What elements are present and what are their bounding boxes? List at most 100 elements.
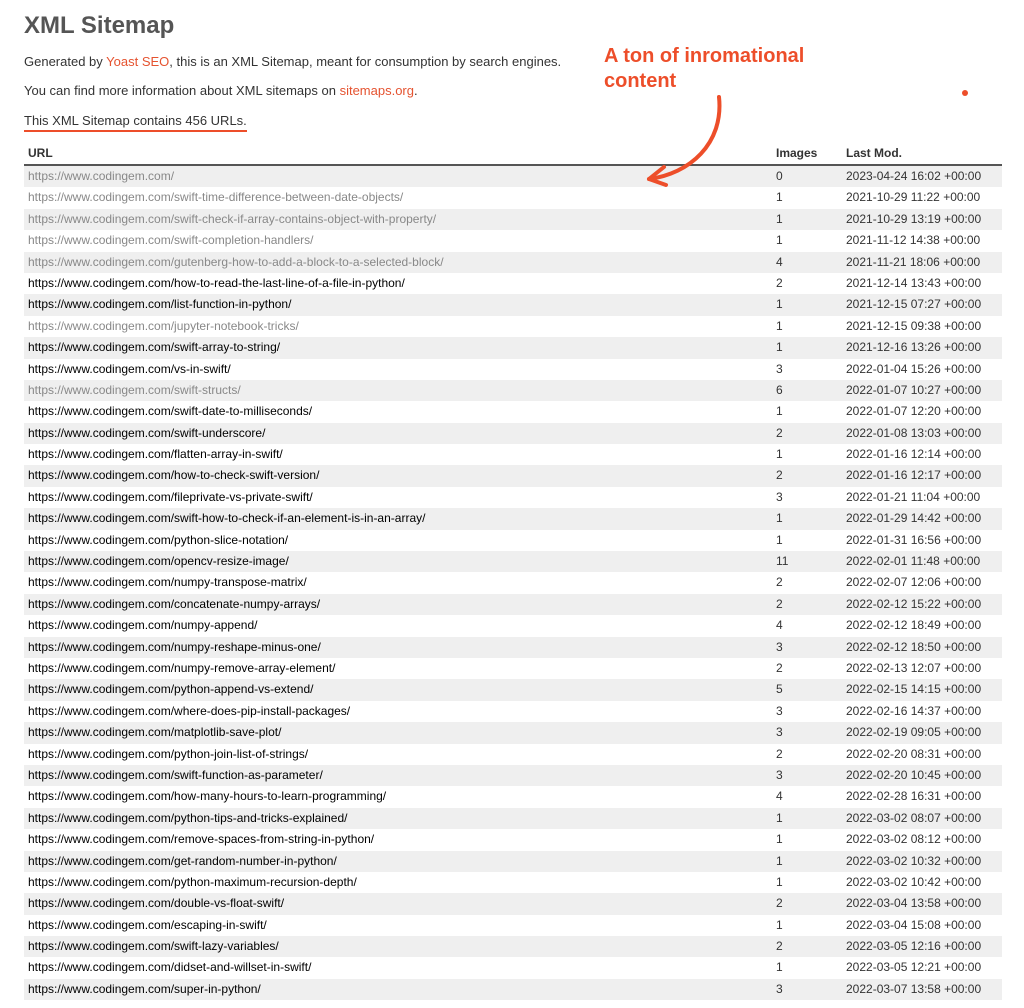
url-cell: https://www.codingem.com/jupyter-noteboo…	[24, 316, 772, 337]
url-cell: https://www.codingem.com/swift-completio…	[24, 230, 772, 251]
url-link[interactable]: https://www.codingem.com/python-maximum-…	[28, 875, 357, 889]
header-url: URL	[24, 142, 772, 165]
images-cell: 1	[772, 230, 842, 251]
table-row: https://www.codingem.com/fileprivate-vs-…	[24, 487, 1002, 508]
url-cell: https://www.codingem.com/how-to-read-the…	[24, 273, 772, 294]
url-link[interactable]: https://www.codingem.com/python-tips-and…	[28, 811, 347, 825]
url-cell: https://www.codingem.com/remove-spaces-f…	[24, 829, 772, 850]
table-row: https://www.codingem.com/swift-array-to-…	[24, 337, 1002, 358]
url-link[interactable]: https://www.codingem.com/python-slice-no…	[28, 533, 288, 547]
lastmod-cell: 2021-12-14 13:43 +00:00	[842, 273, 1002, 294]
lastmod-cell: 2022-02-13 12:07 +00:00	[842, 658, 1002, 679]
table-row: https://www.codingem.com/escaping-in-swi…	[24, 915, 1002, 936]
lastmod-cell: 2022-02-12 15:22 +00:00	[842, 594, 1002, 615]
url-link[interactable]: https://www.codingem.com/opencv-resize-i…	[28, 554, 289, 568]
url-link[interactable]: https://www.codingem.com/concatenate-num…	[28, 597, 320, 611]
url-link[interactable]: https://www.codingem.com/how-to-read-the…	[28, 276, 405, 290]
table-row: https://www.codingem.com/python-append-v…	[24, 679, 1002, 700]
url-cell: https://www.codingem.com/opencv-resize-i…	[24, 551, 772, 572]
url-link[interactable]: https://www.codingem.com/jupyter-noteboo…	[28, 319, 299, 333]
url-link[interactable]: https://www.codingem.com/numpy-remove-ar…	[28, 661, 335, 675]
images-cell: 1	[772, 808, 842, 829]
images-cell: 3	[772, 722, 842, 743]
table-row: https://www.codingem.com/jupyter-noteboo…	[24, 316, 1002, 337]
url-cell: https://www.codingem.com/python-tips-and…	[24, 808, 772, 829]
table-row: https://www.codingem.com/concatenate-num…	[24, 594, 1002, 615]
table-row: https://www.codingem.com/numpy-remove-ar…	[24, 658, 1002, 679]
url-cell: https://www.codingem.com/swift-how-to-ch…	[24, 508, 772, 529]
url-link[interactable]: https://www.codingem.com/swift-date-to-m…	[28, 404, 312, 418]
lastmod-cell: 2022-01-21 11:04 +00:00	[842, 487, 1002, 508]
images-cell: 4	[772, 252, 842, 273]
url-link[interactable]: https://www.codingem.com/python-append-v…	[28, 682, 313, 696]
url-link[interactable]: https://www.codingem.com/how-many-hours-…	[28, 789, 386, 803]
url-cell: https://www.codingem.com/swift-structs/	[24, 380, 772, 401]
lastmod-cell: 2022-02-12 18:49 +00:00	[842, 615, 1002, 636]
url-link[interactable]: https://www.codingem.com/matplotlib-save…	[28, 725, 281, 739]
table-row: https://www.codingem.com/swift-date-to-m…	[24, 401, 1002, 422]
url-link[interactable]: https://www.codingem.com/swift-completio…	[28, 233, 313, 247]
images-cell: 2	[772, 594, 842, 615]
url-cell: https://www.codingem.com/	[24, 165, 772, 187]
lastmod-cell: 2022-01-16 12:17 +00:00	[842, 465, 1002, 486]
images-cell: 1	[772, 401, 842, 422]
url-link[interactable]: https://www.codingem.com/gutenberg-how-t…	[28, 255, 444, 269]
url-link[interactable]: https://www.codingem.com/numpy-append/	[28, 618, 257, 632]
url-link[interactable]: https://www.codingem.com/swift-array-to-…	[28, 340, 280, 354]
url-cell: https://www.codingem.com/list-function-i…	[24, 294, 772, 315]
images-cell: 3	[772, 979, 842, 1000]
url-link[interactable]: https://www.codingem.com/	[28, 169, 174, 183]
url-cell: https://www.codingem.com/flatten-array-i…	[24, 444, 772, 465]
url-link[interactable]: https://www.codingem.com/swift-time-diff…	[28, 190, 403, 204]
url-link[interactable]: https://www.codingem.com/swift-check-if-…	[28, 212, 436, 226]
url-link[interactable]: https://www.codingem.com/super-in-python…	[28, 982, 261, 996]
url-link[interactable]: https://www.codingem.com/numpy-transpose…	[28, 575, 307, 589]
lastmod-cell: 2022-01-07 12:20 +00:00	[842, 401, 1002, 422]
url-link[interactable]: https://www.codingem.com/list-function-i…	[28, 297, 291, 311]
url-link[interactable]: https://www.codingem.com/flatten-array-i…	[28, 447, 283, 461]
header-lastmod: Last Mod.	[842, 142, 1002, 165]
intro2-post: .	[414, 83, 418, 98]
url-cell: https://www.codingem.com/didset-and-will…	[24, 957, 772, 978]
table-row: https://www.codingem.com/how-many-hours-…	[24, 786, 1002, 807]
lastmod-cell: 2022-03-02 08:12 +00:00	[842, 829, 1002, 850]
url-link[interactable]: https://www.codingem.com/numpy-reshape-m…	[28, 640, 321, 654]
url-link[interactable]: https://www.codingem.com/fileprivate-vs-…	[28, 490, 313, 504]
images-cell: 3	[772, 487, 842, 508]
url-cell: https://www.codingem.com/how-many-hours-…	[24, 786, 772, 807]
lastmod-cell: 2021-10-29 13:19 +00:00	[842, 209, 1002, 230]
url-cell: https://www.codingem.com/vs-in-swift/	[24, 359, 772, 380]
url-link[interactable]: https://www.codingem.com/double-vs-float…	[28, 896, 284, 910]
url-cell: https://www.codingem.com/swift-underscor…	[24, 423, 772, 444]
lastmod-cell: 2022-01-07 10:27 +00:00	[842, 380, 1002, 401]
url-cell: https://www.codingem.com/python-join-lis…	[24, 744, 772, 765]
url-link[interactable]: https://www.codingem.com/how-to-check-sw…	[28, 468, 319, 482]
lastmod-cell: 2022-02-07 12:06 +00:00	[842, 572, 1002, 593]
lastmod-cell: 2022-03-02 10:32 +00:00	[842, 851, 1002, 872]
url-link[interactable]: https://www.codingem.com/swift-underscor…	[28, 426, 265, 440]
url-link[interactable]: https://www.codingem.com/didset-and-will…	[28, 960, 311, 974]
url-link[interactable]: https://www.codingem.com/swift-structs/	[28, 383, 241, 397]
images-cell: 3	[772, 765, 842, 786]
table-row: https://www.codingem.com/opencv-resize-i…	[24, 551, 1002, 572]
url-link[interactable]: https://www.codingem.com/where-does-pip-…	[28, 704, 350, 718]
yoast-seo-link[interactable]: Yoast SEO	[106, 54, 169, 69]
url-link[interactable]: https://www.codingem.com/escaping-in-swi…	[28, 918, 267, 932]
url-link[interactable]: https://www.codingem.com/vs-in-swift/	[28, 362, 231, 376]
url-link[interactable]: https://www.codingem.com/python-join-lis…	[28, 747, 308, 761]
table-row: https://www.codingem.com/python-maximum-…	[24, 872, 1002, 893]
sitemaps-org-link[interactable]: sitemaps.org	[340, 83, 414, 98]
url-count-line: This XML Sitemap contains 456 URLs.	[24, 113, 247, 132]
url-cell: https://www.codingem.com/numpy-append/	[24, 615, 772, 636]
url-link[interactable]: https://www.codingem.com/swift-function-…	[28, 768, 323, 782]
url-link[interactable]: https://www.codingem.com/remove-spaces-f…	[28, 832, 374, 846]
url-cell: https://www.codingem.com/swift-function-…	[24, 765, 772, 786]
url-link[interactable]: https://www.codingem.com/swift-how-to-ch…	[28, 511, 425, 525]
url-cell: https://www.codingem.com/swift-check-if-…	[24, 209, 772, 230]
lastmod-cell: 2022-02-12 18:50 +00:00	[842, 637, 1002, 658]
url-link[interactable]: https://www.codingem.com/swift-lazy-vari…	[28, 939, 279, 953]
images-cell: 2	[772, 936, 842, 957]
lastmod-cell: 2022-03-07 13:58 +00:00	[842, 979, 1002, 1000]
lastmod-cell: 2022-01-16 12:14 +00:00	[842, 444, 1002, 465]
images-cell: 2	[772, 658, 842, 679]
